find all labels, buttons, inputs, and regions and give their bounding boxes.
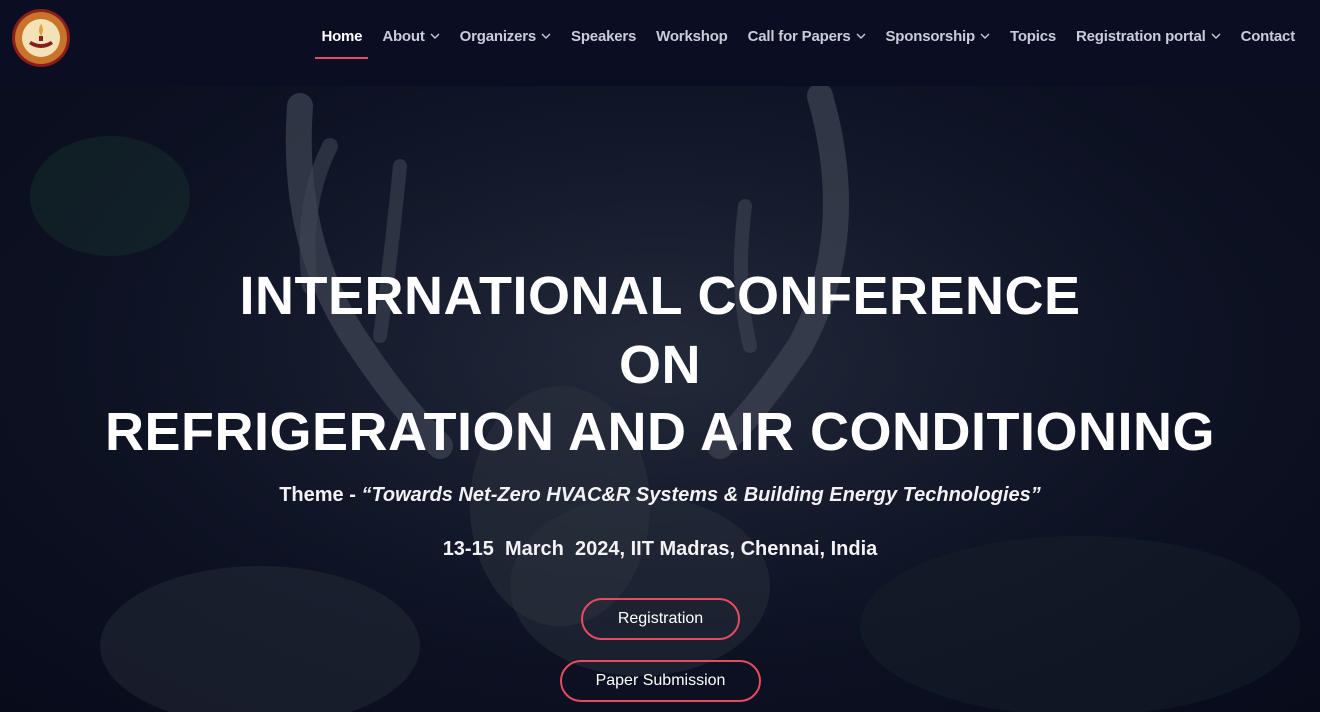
hero-theme: Theme - “Towards Net-Zero HVAC&R Systems… — [0, 484, 1320, 507]
nav-topics-label: Topics — [1009, 27, 1057, 45]
nav-call-for-papers[interactable]: Call for Papers — [738, 0, 876, 72]
chevron-down-icon — [541, 33, 551, 39]
nav-registration-portal[interactable]: Registration portal — [1066, 0, 1231, 72]
hero-title-line1: INTERNATIONAL CONFERENCE — [239, 266, 1081, 326]
hero-title-line2: ON — [619, 335, 701, 395]
registration-button-label: Registration — [617, 610, 704, 627]
hero-section: INTERNATIONAL CONFERENCE ON REFRIGERATIO… — [0, 86, 1320, 712]
hero-title-line3: REFRIGERATION AND AIR CONDITIONING — [105, 402, 1215, 462]
chevron-down-icon — [430, 33, 440, 39]
hero-content: INTERNATIONAL CONFERENCE ON REFRIGERATIO… — [0, 86, 1320, 712]
chevron-down-icon — [1211, 33, 1221, 39]
nav-speakers[interactable]: Speakers — [561, 0, 646, 72]
nav-home-label: Home — [321, 27, 363, 45]
nav-workshop[interactable]: Workshop — [646, 0, 737, 72]
site-header: Home About Organizers Speakers Workshop … — [0, 0, 1320, 86]
nav-about-label: About — [382, 27, 425, 45]
theme-prefix: Theme - — [279, 484, 362, 506]
nav-home[interactable]: Home — [311, 0, 372, 72]
nav-workshop-label: Workshop — [656, 27, 728, 45]
chevron-down-icon — [980, 33, 990, 39]
nav-about[interactable]: About — [372, 0, 449, 72]
nav-contact[interactable]: Contact — [1231, 0, 1305, 72]
paper-submission-button-label: Paper Submission — [595, 672, 726, 689]
nav-sponsorship[interactable]: Sponsorship — [876, 0, 1000, 72]
nav-organizers[interactable]: Organizers — [450, 0, 561, 72]
nav-call-for-papers-label: Call for Papers — [747, 27, 851, 45]
paper-submission-button[interactable]: Paper Submission — [560, 660, 761, 702]
nav-contact-label: Contact — [1240, 27, 1296, 45]
nav-sponsorship-label: Sponsorship — [885, 27, 976, 45]
chevron-down-icon — [856, 33, 865, 39]
iitm-logo[interactable] — [11, 8, 71, 68]
theme-text: “Towards Net-Zero HVAC&R Systems & Build… — [361, 484, 1041, 506]
main-nav: Home About Organizers Speakers Workshop … — [311, 0, 1305, 72]
registration-button[interactable]: Registration — [581, 598, 740, 640]
nav-topics[interactable]: Topics — [1000, 0, 1066, 72]
nav-speakers-label: Speakers — [571, 27, 637, 45]
hero-dates: 13-15 March 2024, IIT Madras, Chennai, I… — [442, 538, 878, 560]
nav-registration-portal-label: Registration portal — [1076, 27, 1206, 45]
nav-organizers-label: Organizers — [459, 27, 537, 45]
